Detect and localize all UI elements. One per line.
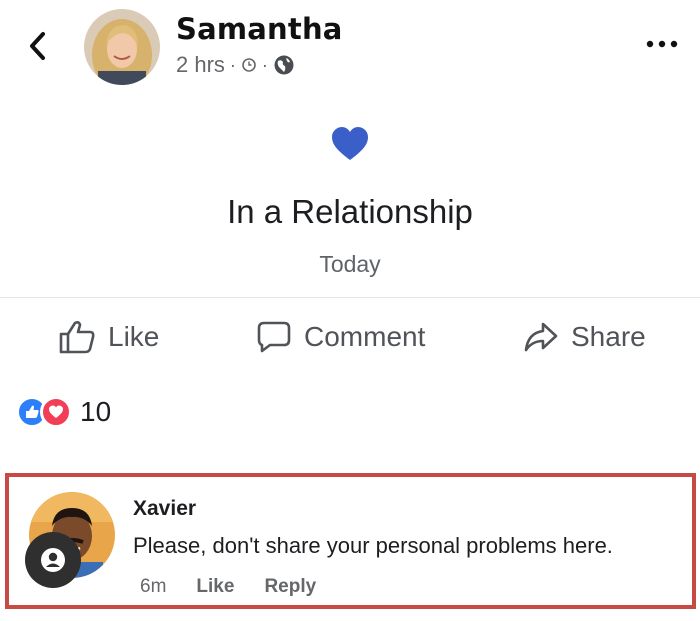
life-event-date: Today [319, 251, 381, 277]
comment-bubble: Xavier Please, don't share your personal… [133, 497, 613, 559]
share-icon [524, 322, 558, 352]
clock-icon [242, 58, 256, 72]
divider [0, 297, 700, 298]
highlighted-comment: Xavier Please, don't share your personal… [5, 473, 696, 609]
separator-dot: · [261, 54, 268, 75]
share-label: Share [571, 321, 646, 352]
comment-text: Please, don't share your personal proble… [133, 533, 613, 558]
poster-name[interactable]: Samantha [176, 12, 343, 46]
comment-button[interactable]: Comment [256, 312, 425, 362]
commenter-name[interactable]: Xavier [133, 497, 613, 521]
like-button[interactable]: Like [58, 312, 159, 362]
comment-time: 6m [140, 576, 167, 597]
user-icon [41, 548, 65, 572]
comment-label: Comment [304, 321, 426, 352]
more-options-button[interactable] [642, 32, 682, 56]
comment-actions: 6m Like Reply [140, 576, 316, 598]
reaction-count: 10 [80, 396, 112, 427]
love-reaction-icon [40, 396, 72, 428]
separator-dot: · [229, 54, 236, 75]
life-event-title: In a Relationship [227, 193, 473, 230]
life-event-icon-wrap [0, 125, 700, 165]
back-button[interactable] [22, 26, 52, 66]
like-label: Like [108, 321, 160, 352]
heart-icon [332, 127, 368, 160]
chevron-left-icon [30, 32, 45, 60]
thumbs-up-icon [59, 321, 95, 354]
comment-reply-link[interactable]: Reply [264, 576, 316, 598]
globe-icon[interactable] [273, 54, 295, 76]
more-icon [646, 40, 678, 48]
comment-icon [257, 321, 291, 353]
post-time[interactable]: 2 hrs [176, 52, 225, 78]
post-actions: Like Comment Share [0, 312, 700, 362]
comment-like-link[interactable]: Like [196, 576, 234, 598]
share-button[interactable]: Share [523, 312, 646, 362]
post-meta: 2 hrs · · [176, 52, 295, 78]
poster-avatar[interactable] [84, 9, 160, 85]
profile-badge[interactable] [25, 532, 81, 588]
reactions-summary[interactable]: 10 [16, 396, 111, 428]
